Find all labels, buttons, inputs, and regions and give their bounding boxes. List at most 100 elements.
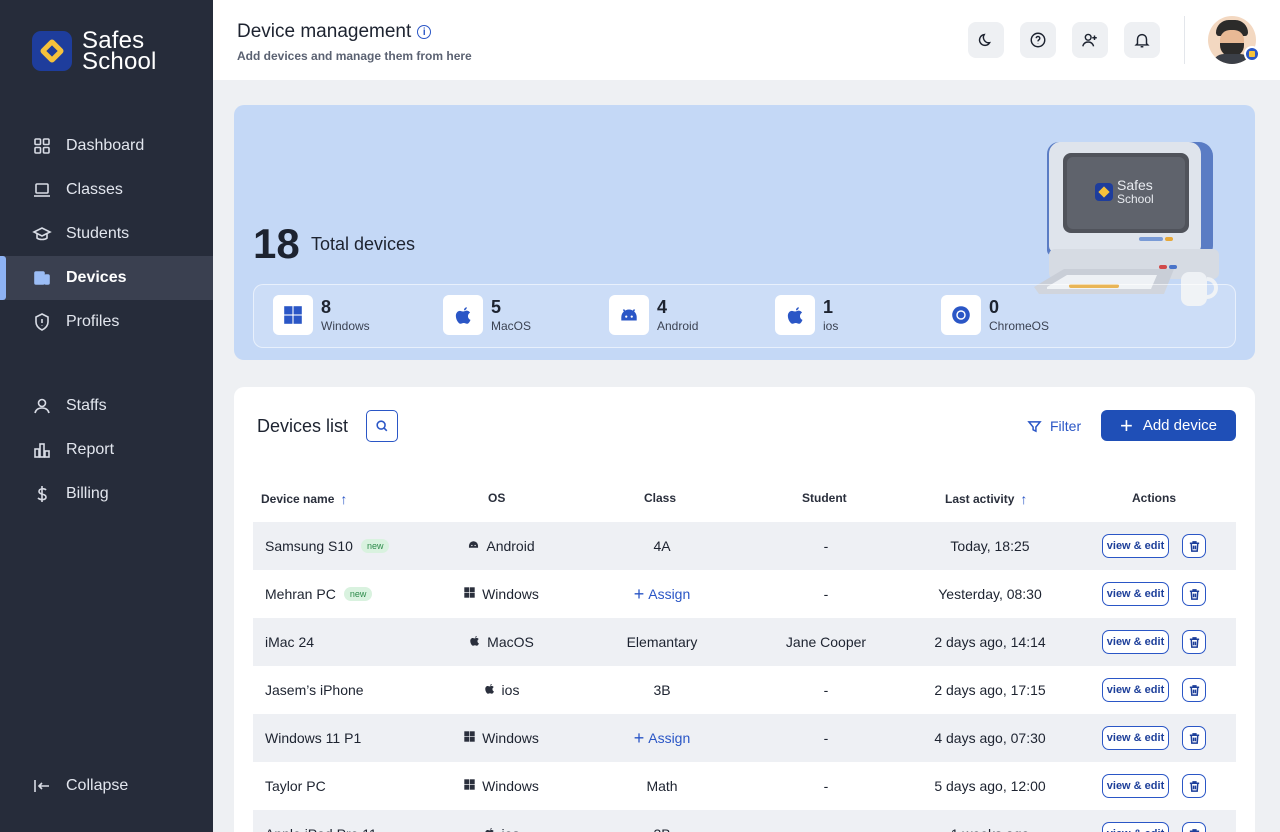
laptop-icon — [34, 183, 50, 197]
table-row[interactable]: Taylor PC Windows Math - 5 days ago, 12:00 vi… — [253, 762, 1236, 810]
view-edit-button[interactable]: view & edit — [1102, 630, 1169, 654]
sidebar-item-billing[interactable]: Billing — [0, 472, 213, 516]
stat-label: ChromeOS — [989, 319, 1050, 333]
stat-count: 4 — [657, 297, 668, 317]
os-cell: ios — [449, 666, 553, 714]
brand-logo[interactable]: Safes School — [32, 29, 157, 74]
view-edit-button[interactable]: view & edit — [1102, 678, 1169, 702]
table-row[interactable]: Samsung S10 new Android 4A - Today, 18:25 view… — [253, 522, 1236, 570]
dark-mode-button[interactable] — [968, 22, 1004, 58]
student-cell: - — [823, 538, 829, 554]
graduation-cap-icon — [32, 227, 52, 241]
trash-icon — [1189, 540, 1199, 552]
assign-button[interactable]: + Assign — [612, 570, 712, 618]
os-stats-bar: 8 Windows 5 MacOS 4 Android 1 ios 0 ChromeOS — [253, 284, 1236, 348]
view-edit-button[interactable]: view & edit — [1102, 726, 1169, 750]
new-badge: new — [360, 539, 390, 553]
delete-button[interactable] — [1182, 822, 1206, 832]
device-name-cell: Taylor PC — [265, 762, 326, 810]
stat-count: 5 — [491, 297, 502, 317]
stat-count: 1 — [823, 297, 834, 317]
devices-icon — [34, 271, 50, 285]
view-edit-button[interactable]: view & edit — [1102, 774, 1169, 798]
stat-windows: 8 Windows — [273, 295, 370, 335]
delete-button[interactable] — [1182, 726, 1206, 750]
last-activity-cell: 2 days ago, 14:14 — [934, 634, 1046, 650]
device-name: Jasem’s iPhone — [265, 682, 364, 698]
table-row[interactable]: Apple iPad Pro 11 ios 3B - 1 weeks ago view &… — [253, 810, 1236, 832]
device-name: Samsung S10 — [265, 538, 353, 554]
stat-count: 0 — [989, 297, 1000, 317]
os-name: Windows — [482, 586, 539, 602]
chrome-icon — [941, 295, 981, 335]
device-name-cell: Samsung S10 new — [265, 522, 390, 570]
col-student: Student — [802, 491, 847, 505]
search-button[interactable] — [366, 410, 398, 442]
info-icon[interactable]: i — [417, 25, 432, 39]
delete-button[interactable] — [1182, 630, 1206, 654]
col-class: Class — [644, 491, 677, 505]
collapse-button[interactable]: Collapse — [0, 764, 213, 808]
bell-icon — [1134, 33, 1150, 48]
plus-icon: + — [633, 583, 645, 604]
add-user-icon — [1082, 33, 1097, 47]
device-name: Apple iPad Pro 11 — [265, 826, 377, 832]
delete-button[interactable] — [1182, 534, 1206, 558]
filter-button[interactable]: Filter — [1027, 418, 1081, 434]
windows-icon — [273, 295, 313, 335]
apple-icon — [775, 295, 815, 335]
table-row[interactable]: Windows 11 P1 Windows + Assign - 4 days ago, … — [253, 714, 1236, 762]
table-row[interactable]: iMac 24 MacOS Elemantary Jane Cooper 2 days … — [253, 618, 1236, 666]
sidebar-item-classes[interactable]: Classes — [0, 168, 213, 212]
plus-icon: + — [633, 727, 645, 748]
delete-button[interactable] — [1182, 582, 1206, 606]
view-edit-button[interactable]: view & edit — [1102, 582, 1169, 606]
os-cell: Windows — [449, 570, 553, 618]
page-title: Device management — [237, 21, 412, 42]
sidebar-item-profiles[interactable]: Profiles — [0, 300, 213, 344]
shield-icon — [35, 313, 49, 331]
table-row[interactable]: Mehran PC new Windows + Assign - Yesterday, 08… — [253, 570, 1236, 618]
sidebar-item-report[interactable]: Report — [0, 428, 213, 472]
notifications-button[interactable] — [1124, 22, 1160, 58]
assign-label: Assign — [648, 730, 691, 746]
grid-icon — [34, 138, 50, 154]
os-name: Windows — [482, 778, 539, 794]
windows-icon — [463, 586, 476, 602]
sidebar-item-staffs[interactable]: Staffs — [0, 384, 213, 428]
col-last-activity[interactable]: Last activity ↑ — [945, 491, 1027, 507]
table-row[interactable]: Jasem’s iPhone ios 3B - 2 days ago, 17:15 vie… — [253, 666, 1236, 714]
sidebar-item-label: Dashboard — [66, 137, 145, 154]
col-actions: Actions — [1132, 491, 1177, 505]
total-devices-count: 18 — [253, 220, 300, 267]
help-button[interactable] — [1020, 22, 1056, 58]
os-cell: Android — [449, 522, 553, 570]
os-cell: MacOS — [449, 618, 553, 666]
last-activity-cell: 4 days ago, 07:30 — [934, 730, 1046, 746]
delete-button[interactable] — [1182, 678, 1206, 702]
view-edit-button[interactable]: view & edit — [1102, 534, 1169, 558]
windows-icon — [463, 778, 476, 794]
view-edit-button[interactable]: view & edit — [1102, 822, 1169, 832]
class-cell: 3B — [612, 810, 712, 832]
screen-brand-line1: Safes — [1117, 177, 1153, 193]
stat-label: ios — [823, 319, 839, 333]
sidebar-item-students[interactable]: Students — [0, 212, 213, 256]
class-cell: 4A — [653, 538, 671, 554]
add-user-button[interactable] — [1072, 22, 1108, 58]
os-name: MacOS — [487, 634, 534, 650]
collapse-icon — [34, 780, 49, 792]
new-badge: new — [343, 587, 373, 601]
add-device-button[interactable]: + Add device — [1101, 410, 1236, 441]
student-cell: Jane Cooper — [785, 634, 867, 650]
sidebar-item-devices[interactable]: Devices — [0, 256, 213, 300]
sidebar-item-dashboard[interactable]: Dashboard — [0, 124, 213, 168]
device-name: Mehran PC — [265, 586, 336, 602]
apple-icon — [483, 826, 496, 832]
delete-button[interactable] — [1182, 774, 1206, 798]
assign-button[interactable]: + Assign — [612, 714, 712, 762]
dollar-icon — [37, 486, 47, 502]
page-header: Device management i Add devices and mana… — [213, 0, 1280, 80]
class-cell: Elemantary — [626, 634, 698, 650]
col-device-name[interactable]: Device name ↑ — [261, 491, 347, 507]
